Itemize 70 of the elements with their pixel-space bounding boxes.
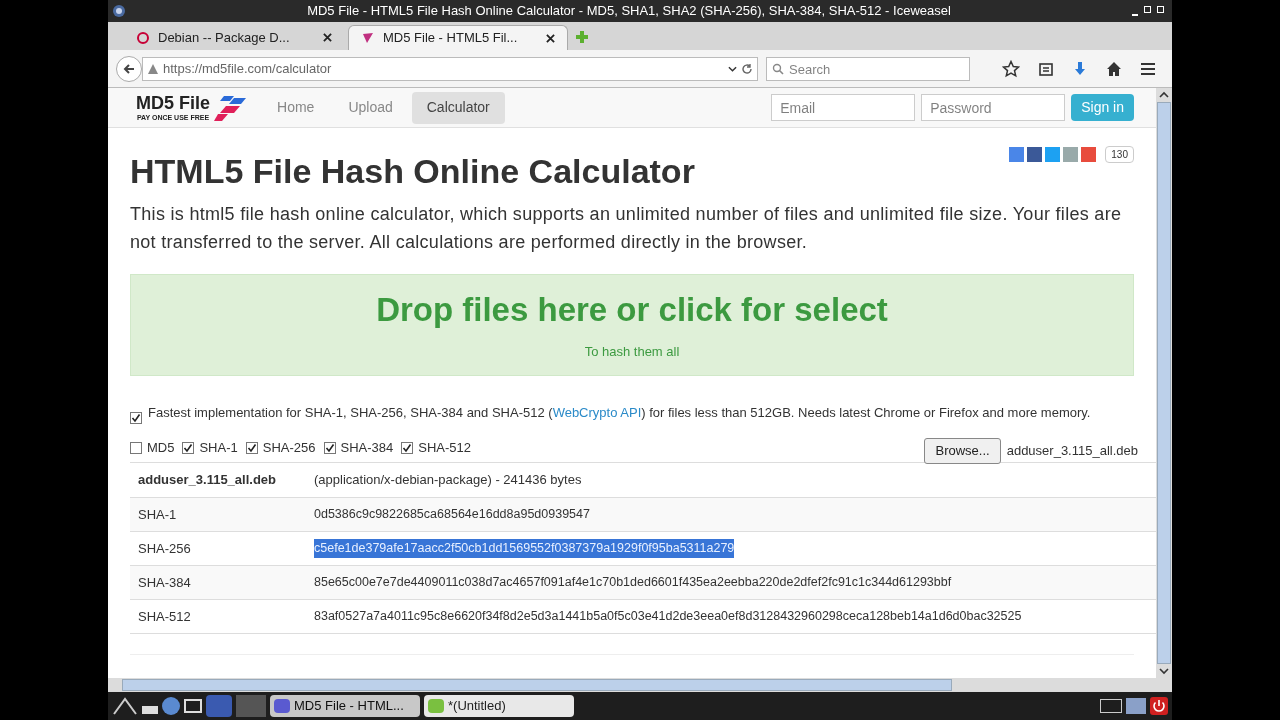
back-arrow-icon bbox=[123, 62, 135, 75]
taskbar-item[interactable]: *(Untitled) bbox=[424, 695, 574, 717]
browser-tab[interactable]: MD5 File - HTML5 Fil... bbox=[348, 25, 568, 50]
url-text: https://md5file.com/calculator bbox=[163, 59, 333, 78]
algorithm-label: SHA-512 bbox=[418, 439, 471, 458]
vertical-scrollbar[interactable] bbox=[1156, 88, 1172, 678]
power-icon[interactable] bbox=[1150, 697, 1168, 715]
taskbar-label: MD5 File - HTML... bbox=[294, 697, 404, 716]
algorithm-cell-text: SHA-256 bbox=[137, 539, 192, 558]
bookmark-star-icon[interactable] bbox=[1002, 59, 1020, 78]
back-button[interactable] bbox=[116, 55, 142, 82]
algorithm-label: SHA-384 bbox=[340, 439, 394, 458]
checkbox[interactable] bbox=[182, 442, 195, 454]
search-field[interactable]: Search bbox=[766, 57, 970, 81]
horizontal-scrollbar[interactable] bbox=[108, 678, 1172, 692]
tab-label: MD5 File - HTML5 Fil... bbox=[383, 29, 519, 48]
algorithm-label: SHA-1 bbox=[199, 439, 238, 458]
tab-label: Debian -- Package D... bbox=[158, 28, 291, 47]
hash-cell-text: 83af0527a7a4011c95c8e6620f34f8d2e5d3a1441b5a0f5c03e41d2de3eea0ef8d3128432960298ceca128beb14a1d6d0bac32525 bbox=[314, 608, 1022, 626]
globe-icon[interactable] bbox=[162, 697, 180, 715]
checkbox[interactable] bbox=[245, 442, 258, 454]
algorithm-cell-text: SHA-384 bbox=[137, 573, 192, 592]
start-menu-icon[interactable] bbox=[112, 696, 138, 716]
algorithm-cell-text: SHA-1 bbox=[137, 505, 178, 524]
tab-favicon-icon bbox=[361, 31, 375, 45]
download-icon[interactable] bbox=[1072, 60, 1088, 77]
search-icon bbox=[772, 62, 784, 75]
password-field[interactable]: Password bbox=[921, 94, 1066, 121]
checkbox[interactable] bbox=[323, 442, 336, 454]
file-name-cell-text: adduser_3.115_all.deb bbox=[137, 471, 278, 490]
hash-cell-text: 85e65c00e7e7de4409011c038d7ac4657f091af4e1c70b1ded6601f435ea2eebba220de2dfef2fc91c1c344d61293bbf bbox=[314, 574, 952, 592]
nav-link[interactable]: Calculator bbox=[411, 91, 505, 124]
file-info-cell-text: (application/x-debian-package) - 241436 bytes bbox=[314, 471, 582, 490]
hash-cell: c5efe1de379afe17aacc2f50cb1dd1569552f0387379a1929f0f95ba5311a279 bbox=[314, 539, 735, 558]
menu-icon[interactable] bbox=[1140, 60, 1156, 77]
intro-text: This is html5 file hash online calculator, which supports an unlimited number of files and unlimited file size. Your files are not transferred to the server. All calculations are performed directly in the browser. bbox=[130, 203, 1123, 254]
share-count: 130 bbox=[1105, 146, 1134, 163]
dropdown-icon[interactable] bbox=[728, 65, 737, 72]
fastest-option-text: Fastest implementation for SHA-1, SHA-256, SHA-384 and SHA-512 (WebCrypto API) for files less than 512GB. Needs latest Chrome or Firefox and more memory. bbox=[148, 404, 1091, 422]
page-heading: HTML5 File Hash Online Calculator bbox=[130, 154, 695, 188]
warning-icon bbox=[147, 62, 159, 75]
windows-icon[interactable] bbox=[184, 699, 202, 713]
app-icon bbox=[112, 4, 126, 18]
webcrypto-link[interactable]: WebCrypto API bbox=[552, 405, 642, 420]
taskbar-item[interactable]: MD5 File - HTML... bbox=[270, 695, 420, 717]
algorithm-cell-text: SHA-512 bbox=[137, 607, 192, 626]
checkbox[interactable] bbox=[401, 442, 414, 454]
app-icon bbox=[274, 699, 290, 713]
home-icon[interactable] bbox=[1106, 60, 1122, 77]
scrollbar-thumb[interactable] bbox=[1157, 102, 1171, 664]
browse-button[interactable]: Browse... bbox=[924, 438, 1001, 464]
maximize-icon[interactable] bbox=[1144, 6, 1151, 13]
window-title: MD5 File - HTML5 File Hash Online Calculator - MD5, SHA1, SHA2 (SHA-256), SHA-384, SHA-512 - Iceweasel bbox=[306, 2, 952, 21]
site-logo[interactable]: MD5 File bbox=[136, 94, 210, 112]
checkbox[interactable] bbox=[130, 442, 142, 454]
email-field[interactable]: Email bbox=[771, 94, 916, 121]
algorithm-label: SHA-256 bbox=[262, 439, 316, 458]
scrollbar-thumb[interactable] bbox=[122, 679, 952, 691]
algorithm-label: MD5 bbox=[147, 439, 175, 458]
app-icon bbox=[428, 699, 444, 713]
checkbox[interactable] bbox=[130, 412, 142, 424]
file-name: adduser_3.115_all.deb bbox=[1006, 442, 1138, 461]
address-bar[interactable]: https://md5file.com/calculator bbox=[142, 56, 758, 81]
taskbar-label: *(Untitled) bbox=[448, 697, 506, 716]
drop-zone-subtitle: To hash them all bbox=[584, 342, 680, 361]
reading-list-icon[interactable] bbox=[1038, 60, 1054, 77]
reload-icon[interactable] bbox=[741, 62, 753, 75]
tab-favicon-icon bbox=[136, 30, 150, 45]
drop-zone-title: Drop files here or click for select bbox=[376, 292, 888, 326]
hash-cell-text: 0d5386c9c9822685ca68564e16dd8a95d0939547 bbox=[314, 506, 590, 524]
